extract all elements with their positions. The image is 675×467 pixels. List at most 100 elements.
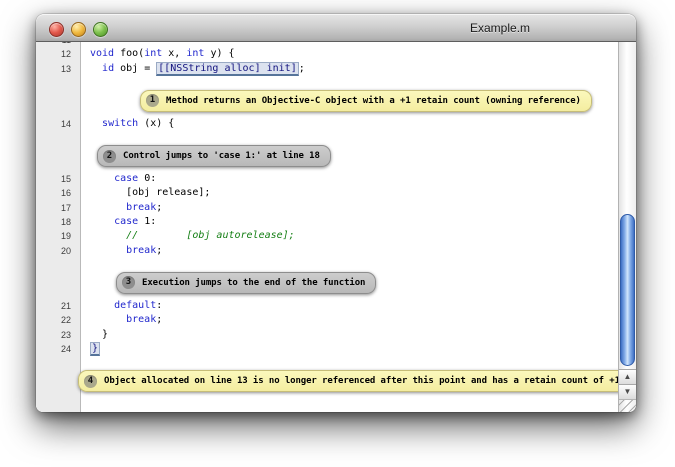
code-token: ; bbox=[299, 63, 305, 74]
code-text[interactable]: case 1: bbox=[80, 215, 619, 229]
scroll-down-arrow-icon[interactable]: ▼ bbox=[619, 384, 636, 399]
code-token: obj = bbox=[114, 63, 156, 74]
code-text[interactable]: case 0: bbox=[80, 172, 619, 186]
window-title: Example.m bbox=[470, 21, 530, 35]
code-token bbox=[90, 300, 114, 311]
code-text[interactable]: break; bbox=[80, 244, 619, 258]
code-token bbox=[90, 63, 102, 74]
window-example-m: Example.m 1112void foo(int x, int y) {13… bbox=[36, 14, 636, 412]
annotation-cell: 3Execution jumps to the end of the funct… bbox=[80, 272, 619, 294]
line-number: 20 bbox=[36, 244, 80, 258]
code-token: // [obj autorelease]; bbox=[126, 230, 295, 241]
line-number: 12 bbox=[36, 47, 80, 61]
line-number: 22 bbox=[36, 313, 80, 327]
code-token bbox=[90, 118, 102, 129]
code-text[interactable]: break; bbox=[80, 201, 619, 215]
code-token bbox=[90, 245, 126, 256]
code-token: y) { bbox=[204, 48, 234, 59]
analyzer-bubble-2[interactable]: 2 Control jumps to 'case 1:' at line 18 bbox=[97, 145, 331, 167]
analyzer-highlight: [[NSString alloc] init] bbox=[156, 62, 298, 76]
code-text[interactable]: default: bbox=[80, 299, 619, 313]
step-badge: 1 bbox=[146, 94, 159, 107]
line-number: 21 bbox=[36, 299, 80, 313]
code-token: 0: bbox=[138, 173, 156, 184]
code-text[interactable]: id obj = [[NSString alloc] init]; bbox=[80, 62, 619, 76]
code-line[interactable]: 18 case 1: bbox=[36, 215, 619, 229]
code-line[interactable]: 23 } bbox=[36, 328, 619, 342]
code-line[interactable]: 16 [obj release]; bbox=[36, 186, 619, 200]
code-token: break bbox=[126, 245, 156, 256]
code-line[interactable]: 17 break; bbox=[36, 201, 619, 215]
code-text[interactable]: [obj release]; bbox=[80, 186, 619, 200]
editor-content: 1112void foo(int x, int y) {13 id obj = … bbox=[36, 42, 636, 412]
line-number: 16 bbox=[36, 186, 80, 200]
annotation-row: 2 Control jumps to 'case 1:' at line 18 bbox=[36, 145, 619, 167]
resize-grip-icon[interactable] bbox=[619, 399, 636, 412]
code-token: } bbox=[90, 329, 108, 340]
code-line[interactable]: 15 case 0: bbox=[36, 172, 619, 186]
code-line[interactable]: 13 id obj = [[NSString alloc] init]; bbox=[36, 62, 619, 76]
bubble-message: Control jumps to 'case 1:' at line 18 bbox=[123, 151, 320, 161]
bubble-message: Method returns an Objective-C object wit… bbox=[166, 96, 581, 106]
code-token bbox=[90, 314, 126, 325]
code-line[interactable]: 20 break; bbox=[36, 244, 619, 258]
code-token: int bbox=[144, 48, 162, 59]
titlebar[interactable]: Example.m bbox=[36, 14, 636, 42]
code-token: [obj release]; bbox=[90, 187, 210, 198]
code-token: x, bbox=[162, 48, 186, 59]
code-line[interactable]: 19 // [obj autorelease]; bbox=[36, 229, 619, 243]
annotation-row: 4Object allocated on line 13 is no longe… bbox=[36, 370, 619, 392]
code-text[interactable]: switch (x) { bbox=[80, 117, 619, 131]
code-line[interactable]: 21 default: bbox=[36, 299, 619, 313]
traffic-lights bbox=[49, 22, 108, 37]
code-line[interactable]: 12void foo(int x, int y) { bbox=[36, 47, 619, 61]
code-line[interactable]: 14 switch (x) { bbox=[36, 117, 619, 131]
code-token: break bbox=[126, 202, 156, 213]
analyzer-bubble-3[interactable]: 3Execution jumps to the end of the funct… bbox=[116, 272, 376, 294]
code-token: 1: bbox=[138, 216, 156, 227]
code-token: : bbox=[156, 300, 162, 311]
annotation-row: 3Execution jumps to the end of the funct… bbox=[36, 272, 619, 294]
analyzer-highlight: } bbox=[90, 342, 100, 356]
code-text[interactable]: } bbox=[80, 342, 619, 356]
code-line[interactable]: 22 break; bbox=[36, 313, 619, 327]
code-text[interactable]: // [obj autorelease]; bbox=[80, 229, 619, 243]
code-text[interactable]: void foo(int x, int y) { bbox=[80, 47, 619, 61]
bubble-message: Object allocated on line 13 is no longer… bbox=[104, 376, 636, 386]
line-number: 15 bbox=[36, 172, 80, 186]
code-token: default bbox=[114, 300, 156, 311]
step-badge: 2 bbox=[103, 150, 116, 163]
analyzer-bubble-4[interactable]: 4 Object allocated on line 13 is no longe… bbox=[78, 370, 636, 392]
line-number: 19 bbox=[36, 229, 80, 243]
code-token: ; bbox=[156, 314, 162, 325]
code-line[interactable]: 24} bbox=[36, 342, 619, 356]
code-token: case bbox=[114, 173, 138, 184]
close-button[interactable] bbox=[49, 22, 64, 37]
step-badge: 3 bbox=[122, 276, 135, 289]
scroll-up-arrow-icon[interactable]: ▲ bbox=[619, 369, 636, 384]
code-token: ; bbox=[156, 202, 162, 213]
zoom-button[interactable] bbox=[93, 22, 108, 37]
line-number: 17 bbox=[36, 201, 80, 215]
code-token bbox=[90, 173, 114, 184]
code-token: ; bbox=[156, 245, 162, 256]
code-token: break bbox=[126, 314, 156, 325]
code-token: void bbox=[90, 48, 114, 59]
line-number: 18 bbox=[36, 215, 80, 229]
code-token: switch bbox=[102, 118, 138, 129]
code-editor[interactable]: 1112void foo(int x, int y) {13 id obj = … bbox=[36, 42, 619, 412]
code-text[interactable]: } bbox=[80, 328, 619, 342]
code-token: id bbox=[102, 63, 114, 74]
code-token: int bbox=[186, 48, 204, 59]
scrollbar-track[interactable] bbox=[619, 42, 636, 369]
line-number: 14 bbox=[36, 117, 80, 131]
scrollbar-thumb[interactable] bbox=[620, 214, 635, 366]
vertical-scrollbar[interactable]: ▲ ▼ bbox=[618, 42, 636, 412]
code-text[interactable]: break; bbox=[80, 313, 619, 327]
line-number: 23 bbox=[36, 328, 80, 342]
step-badge: 4 bbox=[84, 375, 97, 388]
analyzer-bubble-1[interactable]: 1 Method returns an Objective-C object wi… bbox=[140, 90, 592, 112]
desktop-background: Example.m 1112void foo(int x, int y) {13… bbox=[0, 0, 675, 467]
code-token: case bbox=[114, 216, 138, 227]
minimize-button[interactable] bbox=[71, 22, 86, 37]
